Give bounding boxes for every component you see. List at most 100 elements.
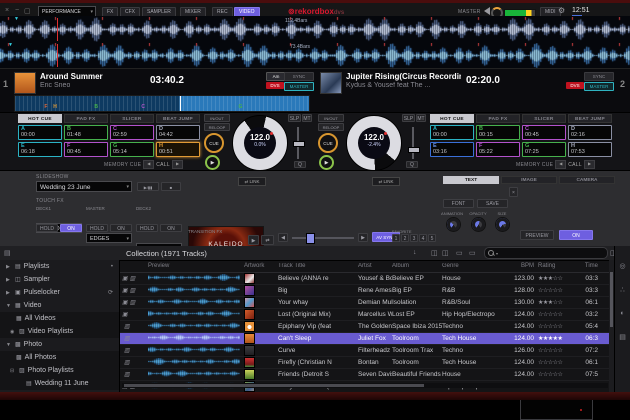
tag-icon[interactable]: ◎ (615, 262, 630, 270)
video-crossfader-handle[interactable] (306, 233, 315, 244)
table-row-selected[interactable]: ▥Can't SleepJuliet FoxToolroomTech House… (120, 333, 614, 345)
deck1-video-link-button[interactable]: LINK (238, 177, 266, 186)
hot-cue-pad-a[interactable]: A00:00 (18, 125, 62, 140)
hot-cue-pad-b[interactable]: B01:48 (64, 125, 108, 140)
horizontal-scrollbar[interactable] (122, 383, 608, 388)
deck2-jog-wheel[interactable]: 122.0-2.4% (346, 115, 402, 171)
transition-shuffle-button[interactable]: ⇄ (261, 235, 274, 245)
fx-deck2-hold-button[interactable]: HOLD (136, 224, 158, 232)
table-row[interactable]: ▥Firefly (Christian NBontanToolroomTech … (120, 357, 614, 369)
table-row[interactable]: ▥Friends (Detroit SSeven Davis Jr.Beauti… (120, 369, 614, 381)
preview-waveform[interactable] (148, 358, 240, 365)
speaker-icon[interactable] (480, 7, 490, 15)
scrollbar-thumb[interactable] (124, 384, 424, 387)
display-output-1-icon[interactable]: ▭ (456, 249, 463, 257)
memory-cue-next-button[interactable]: ▶ (172, 160, 183, 169)
size-knob[interactable] (495, 217, 510, 232)
tab-beat-jump[interactable]: BEAT JUMP (156, 114, 200, 123)
video-crossfader-track[interactable] (292, 237, 354, 239)
sync-refresh-icon[interactable]: ⟳ (108, 289, 113, 296)
deck1-quantize-button[interactable]: Q (294, 161, 306, 168)
expander-icon[interactable]: ◉ (10, 329, 16, 335)
hot-cue-pad-e[interactable]: E03:16 (430, 142, 474, 157)
sidebar-item-photo-playlists[interactable]: ⊟▨Photo Playlists (0, 364, 119, 377)
table-row[interactable]: ▣Lost (Original Mix)Marcellus WallaceLos… (120, 309, 614, 321)
deck1-jog-wheel[interactable]: 122.00.0% (232, 115, 288, 171)
deck1-cue-button[interactable]: CUE (204, 133, 224, 153)
col-genre[interactable]: Genre (442, 263, 504, 269)
deck1-loop-in-out-button[interactable]: IN/OUT (204, 114, 230, 122)
sidebar-item-all-photos[interactable]: ▩All Photos (0, 351, 119, 364)
hot-cue-pad-e[interactable]: E06:18 (18, 142, 62, 157)
expander-icon[interactable]: ▼ (6, 342, 12, 348)
expander-icon[interactable]: ▼ (6, 303, 12, 309)
video-crossfader-left-button[interactable]: ◀ (278, 233, 288, 242)
hot-cue-pad-b[interactable]: B00:15 (476, 125, 520, 140)
deck1-track-overview[interactable]: F H B C G (14, 95, 310, 112)
preview-waveform[interactable] (148, 310, 240, 317)
hot-cue-pad-h[interactable]: H07:53 (568, 142, 612, 157)
tab-slicer[interactable]: SLICER (110, 114, 154, 123)
memory-cue-prev-button[interactable]: ◀ (555, 160, 566, 169)
sidebar-item-video-playlists[interactable]: ◉▨Video Playlists (0, 325, 119, 338)
preview-waveform[interactable] (148, 298, 240, 305)
overlay-on-button[interactable]: ON (559, 230, 593, 240)
fx-deck1-hold-button[interactable]: HOLD (36, 224, 58, 232)
cell-rating[interactable]: ★★★☆☆ (534, 275, 572, 282)
col-rating[interactable]: Rating (534, 263, 572, 269)
tab-pad-fx[interactable]: PAD FX (64, 114, 108, 123)
deck2-video-link-button[interactable]: LINK (372, 177, 400, 186)
related-tracks-icon[interactable]: ∴ (615, 286, 630, 294)
preview-waveform[interactable] (148, 274, 240, 281)
fx-master-select[interactable]: EDGES (86, 233, 132, 243)
cell-rating[interactable]: ☆☆☆☆☆ (534, 359, 572, 366)
cell-rating[interactable]: ☆☆☆☆☆ (534, 347, 572, 354)
display-output-2-icon[interactable]: ▭ (469, 249, 476, 257)
tab-slicer[interactable]: SLICER (522, 114, 566, 123)
deck2-master-button[interactable]: MASTER (584, 82, 614, 91)
tab-pad-fx[interactable]: PAD FX (476, 114, 520, 123)
tree-toggle-icon[interactable]: ▤ (4, 249, 11, 257)
maximize-icon[interactable]: ▢ (24, 7, 31, 15)
hot-cue-pad-f[interactable]: F05:22 (476, 142, 520, 157)
table-row[interactable]: ▣▥Your whayDemian MullerIsolationR&B/Sou… (120, 297, 614, 309)
table-row[interactable]: ▥CurveFilterheadzToolroom TraxTechno126.… (120, 345, 614, 357)
sidebar-item-pulselocker[interactable]: ▶▣Pulselocker⟳ (0, 286, 119, 299)
cell-rating[interactable]: ☆☆☆☆☆ (534, 371, 572, 378)
deck1-slip-button[interactable]: SLP (288, 114, 301, 122)
deck2-play-button[interactable]: ▶ (319, 155, 334, 170)
preview-waveform[interactable] (148, 370, 240, 377)
list-view-icon[interactable]: ◫ (442, 249, 449, 257)
slideshow-input[interactable]: Wedding 23 June (36, 181, 132, 192)
tab-image[interactable]: IMAGE (501, 176, 557, 184)
gear-icon[interactable]: ⚙ (558, 6, 565, 15)
col-time[interactable]: Time (572, 263, 598, 269)
deck1-waveform[interactable] (0, 17, 630, 42)
favorite-3-button[interactable]: 3 (410, 234, 418, 242)
col-artwork[interactable]: Artwork (244, 263, 278, 269)
fx-master-hold-button[interactable]: HOLD (86, 224, 108, 232)
table-row[interactable]: ▣▥Believe (ANNA reYousef & BontanBelieve… (120, 273, 614, 285)
animation-knob[interactable] (446, 217, 461, 232)
preview-waveform[interactable] (148, 286, 240, 293)
fx-deck1-on-button[interactable]: ON (60, 224, 82, 232)
favorite-1-button[interactable]: 1 (392, 234, 400, 242)
hot-cue-pad-h[interactable]: H00:51 (156, 142, 200, 157)
transition-play-button[interactable]: ▶ (248, 235, 259, 245)
deck1-tempo-handle[interactable] (293, 141, 305, 147)
waveform-display[interactable]: 112.4Bars 73.4Bars ▼ ▼ (0, 16, 630, 68)
search-filter-caret[interactable]: ▾ (496, 251, 498, 256)
scrollbar-thumb[interactable] (610, 272, 613, 327)
deck1-sync-button[interactable]: SYNC (284, 72, 314, 81)
video-crossfader-right-button[interactable]: ▶ (358, 233, 368, 242)
col-bpm[interactable]: BPM (504, 263, 534, 269)
hot-cue-pad-d[interactable]: D02:16 (568, 125, 612, 140)
hot-cue-pad-a[interactable]: A00:00 (430, 125, 474, 140)
deck2-tempo-slider[interactable] (412, 127, 414, 159)
deck2-sync-button[interactable]: SYNC (584, 72, 614, 81)
grid-view-icon[interactable]: ◫ (431, 249, 438, 257)
table-row[interactable]: ▣▥BigRene AmeszBig EPR&B128.00☆☆☆☆☆03:3 (120, 285, 614, 297)
slideshow-stop-button[interactable]: ■ (161, 182, 181, 191)
preview-waveform[interactable] (148, 346, 240, 353)
sidebar-item-wedding-11-june[interactable]: ▤Wedding 11 June (0, 377, 119, 390)
